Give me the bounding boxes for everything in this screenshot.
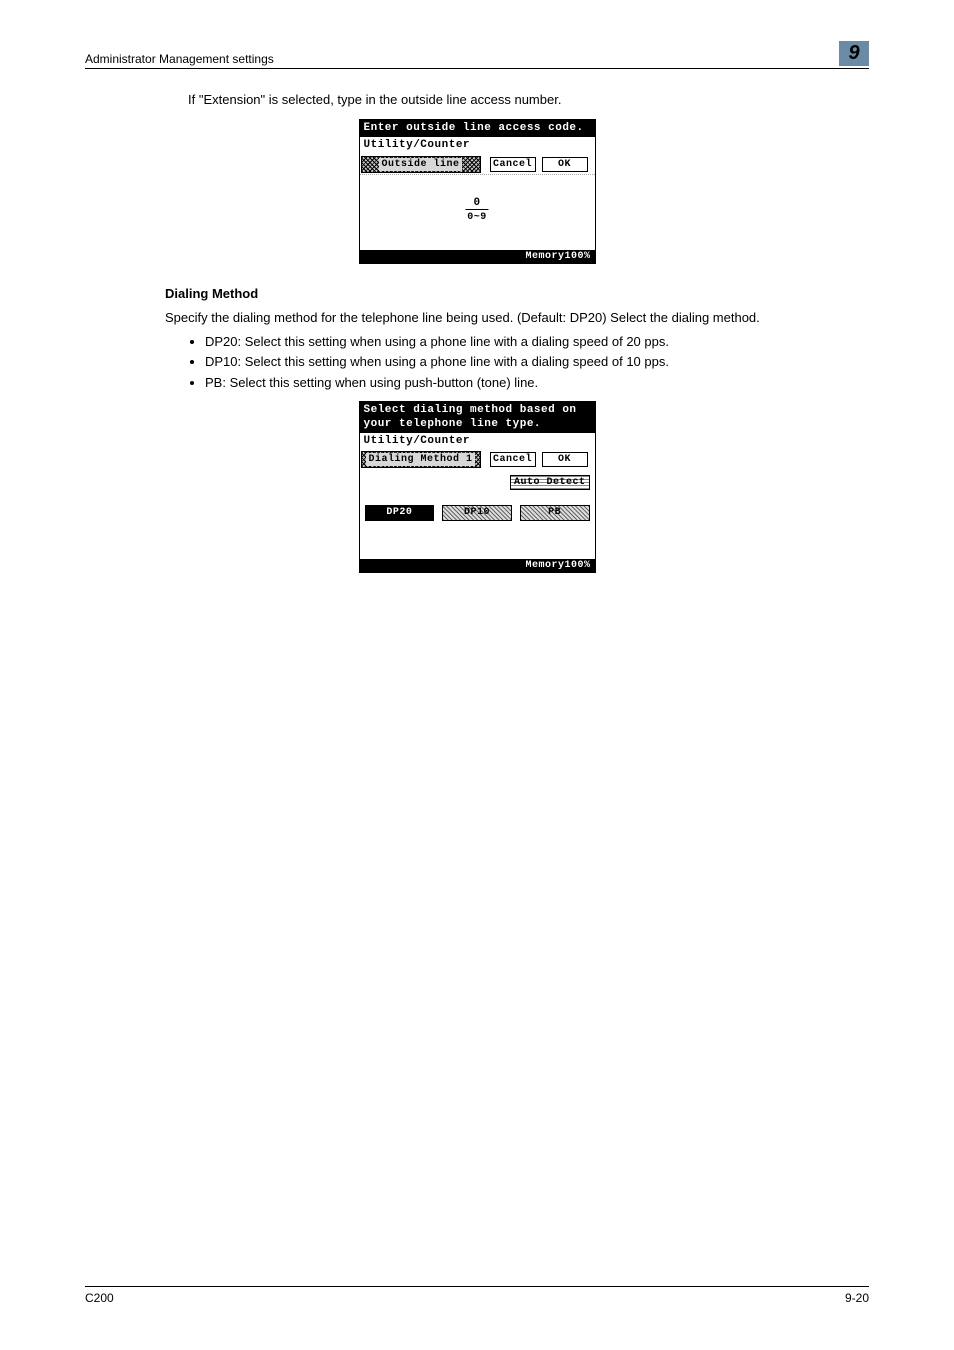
lcd2-tab-row: Dialing Method 1 Cancel OK bbox=[360, 450, 595, 469]
lcd2-tab[interactable]: Dialing Method 1 bbox=[361, 451, 481, 468]
cancel-button[interactable]: Cancel bbox=[490, 452, 536, 467]
list-item: DP10: Select this setting when using a p… bbox=[205, 353, 869, 371]
lcd1-instruction: Enter outside line access code. bbox=[360, 120, 595, 137]
lcd2-memory: Memory100% bbox=[360, 559, 595, 572]
section-description: Specify the dialing method for the telep… bbox=[165, 309, 869, 327]
ok-button[interactable]: OK bbox=[542, 157, 588, 172]
section-heading: Dialing Method bbox=[165, 286, 869, 301]
footer-model: C200 bbox=[85, 1291, 114, 1305]
cancel-button[interactable]: Cancel bbox=[490, 157, 536, 172]
option-pb[interactable]: PB bbox=[520, 505, 590, 521]
list-item: DP20: Select this setting when using a p… bbox=[205, 333, 869, 351]
entry-value[interactable]: 0 bbox=[465, 197, 488, 210]
bullet-list: DP20: Select this setting when using a p… bbox=[165, 333, 869, 392]
option-dp10[interactable]: DP10 bbox=[442, 505, 512, 521]
header-title: Administrator Management settings bbox=[85, 52, 274, 66]
lcd1-menu-path: Utility/Counter bbox=[360, 137, 595, 154]
intro-paragraph: If "Extension" is selected, type in the … bbox=[188, 91, 869, 109]
page-footer: C200 9-20 bbox=[85, 1286, 869, 1305]
auto-detect-button[interactable]: Auto Detect bbox=[510, 475, 590, 490]
lcd1-entry-area: 0 0~9 bbox=[360, 174, 595, 250]
list-item: PB: Select this setting when using push-… bbox=[205, 374, 869, 392]
ok-button[interactable]: OK bbox=[542, 452, 588, 467]
lcd2-options-area: Auto Detect DP20 DP10 PB bbox=[360, 469, 595, 559]
lcd1-tab-row: Outside line Cancel OK bbox=[360, 155, 595, 174]
chapter-number: 9 bbox=[839, 41, 869, 66]
footer-page-number: 9-20 bbox=[845, 1291, 869, 1305]
lcd1-memory: Memory100% bbox=[360, 250, 595, 263]
lcd2-instruction: Select dialing method based on your tele… bbox=[360, 402, 595, 432]
page-header: Administrator Management settings 9 bbox=[85, 44, 869, 69]
lcd2-menu-path: Utility/Counter bbox=[360, 433, 595, 450]
option-dp20[interactable]: DP20 bbox=[365, 505, 435, 521]
lcd1-tab[interactable]: Outside line bbox=[361, 156, 481, 173]
lcd-panel-dialing-method: Select dialing method based on your tele… bbox=[359, 401, 596, 573]
lcd-panel-outside-line: Enter outside line access code. Utility/… bbox=[359, 119, 596, 263]
entry-range: 0~9 bbox=[465, 212, 488, 223]
